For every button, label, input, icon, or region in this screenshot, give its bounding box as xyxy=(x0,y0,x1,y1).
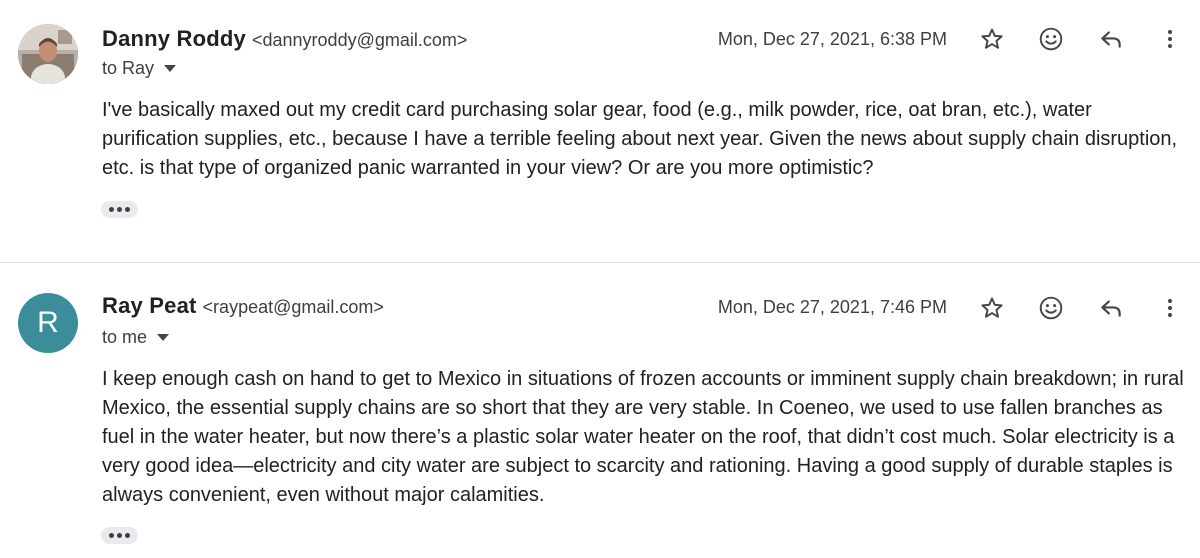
message-divider xyxy=(0,262,1200,263)
more-options-button[interactable] xyxy=(1150,288,1190,328)
reply-icon xyxy=(1101,31,1121,48)
sender-line: Ray Peat <raypeat@gmail.com> xyxy=(102,293,384,319)
timestamp: Mon, Dec 27, 2021, 7:46 PM xyxy=(717,297,947,317)
sender-name[interactable]: Ray Peat xyxy=(102,293,197,319)
message-actions xyxy=(972,19,1182,59)
recipient-label: to me xyxy=(102,327,148,347)
reply-icon xyxy=(1101,300,1121,317)
avatar-letter: R xyxy=(37,306,59,339)
message-body: I've basically maxed out my credit card … xyxy=(102,99,1178,179)
more-vert-icon xyxy=(1168,299,1172,317)
add-reaction-button[interactable] xyxy=(1031,288,1071,328)
emoji-icon xyxy=(1039,296,1063,320)
message-2: R Ray Peat <raypeat@gmail.com> to me Mon… xyxy=(0,264,1200,558)
sender-email: <dannyroddy@gmail.com> xyxy=(252,30,468,50)
reply-button[interactable] xyxy=(1091,19,1131,59)
more-options-button[interactable] xyxy=(1150,19,1190,59)
avatar-photo xyxy=(18,24,78,84)
message-body: I keep enough cash on hand to get to Mex… xyxy=(102,368,1184,506)
show-trimmed-content-button[interactable] xyxy=(101,527,138,544)
add-reaction-button[interactable] xyxy=(1031,19,1071,59)
star-icon xyxy=(981,28,1003,49)
recipient-dropdown[interactable]: to Ray xyxy=(102,58,177,79)
more-vert-icon xyxy=(1168,30,1172,48)
message-1: Danny Roddy <dannyroddy@gmail.com> to Ra… xyxy=(0,0,1200,262)
message-actions xyxy=(972,288,1182,328)
reply-button[interactable] xyxy=(1091,288,1131,328)
recipient-dropdown[interactable]: to me xyxy=(102,327,170,348)
caret-down-icon[interactable] xyxy=(157,334,170,341)
star-button[interactable] xyxy=(972,288,1012,328)
star-icon xyxy=(981,297,1003,318)
recipient-label: to Ray xyxy=(102,58,155,78)
ellipsis-icon xyxy=(109,207,114,212)
caret-down-icon[interactable] xyxy=(164,65,177,72)
sender-name[interactable]: Danny Roddy xyxy=(102,26,246,52)
sender-line: Danny Roddy <dannyroddy@gmail.com> xyxy=(102,26,467,52)
emoji-icon xyxy=(1039,27,1063,51)
ellipsis-icon xyxy=(109,533,114,538)
avatar[interactable] xyxy=(18,24,78,84)
timestamp: Mon, Dec 27, 2021, 6:38 PM xyxy=(717,29,947,49)
star-button[interactable] xyxy=(972,19,1012,59)
sender-email: <raypeat@gmail.com> xyxy=(202,297,384,317)
show-trimmed-content-button[interactable] xyxy=(101,201,138,218)
avatar[interactable]: R xyxy=(18,293,78,353)
